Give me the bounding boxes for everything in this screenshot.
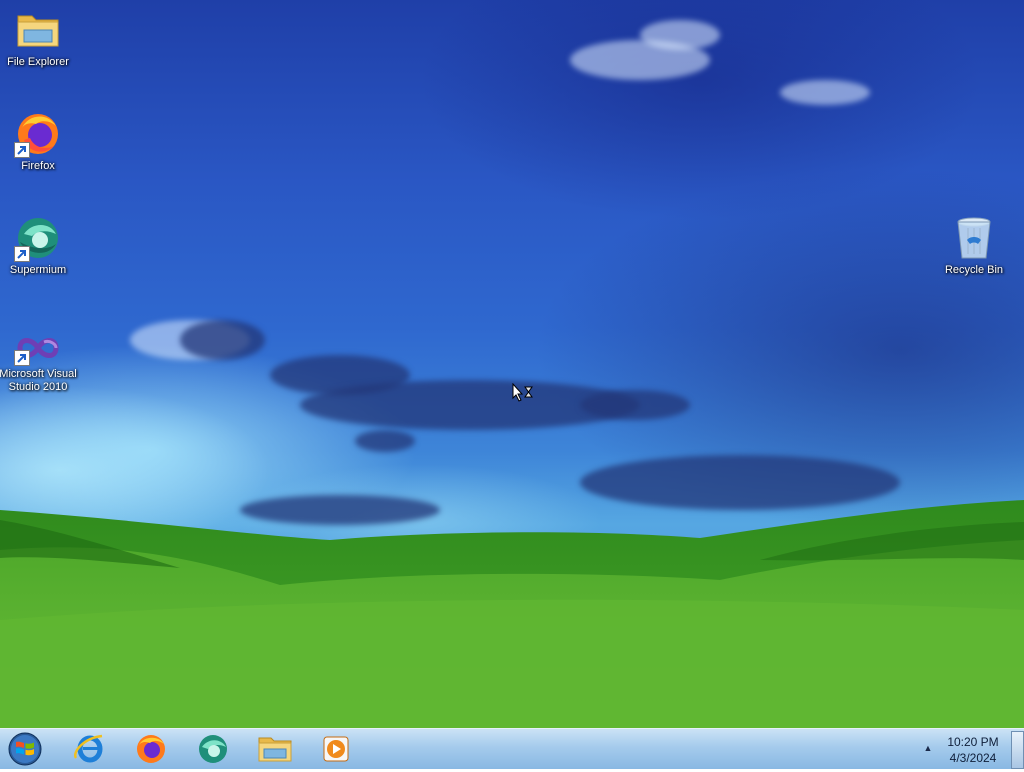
wallpaper-cloud bbox=[580, 390, 690, 420]
desktop-icon-supermium[interactable]: Supermium bbox=[0, 214, 78, 277]
shortcut-arrow-icon bbox=[14, 350, 30, 366]
media-player-icon bbox=[323, 736, 349, 762]
start-button[interactable] bbox=[6, 731, 44, 767]
desktop-icon-label: Supermium bbox=[9, 264, 67, 276]
show-desktop-button[interactable] bbox=[1011, 731, 1024, 769]
chevron-up-icon: ▲ bbox=[923, 743, 933, 753]
system-clock[interactable]: 10:20 PM 4/3/2024 bbox=[940, 734, 1006, 766]
desktop[interactable]: File Explorer Firefox Supermium Microsof… bbox=[0, 0, 1024, 728]
windows-logo-icon bbox=[8, 732, 42, 766]
desktop-icon-recycle-bin[interactable]: Recycle Bin bbox=[934, 214, 1014, 277]
folder-icon bbox=[258, 737, 292, 762]
desktop-icon-visual-studio[interactable]: Microsoft Visual Studio 2010 bbox=[0, 330, 78, 394]
internet-explorer-icon bbox=[74, 734, 103, 763]
recycle-bin-icon bbox=[950, 214, 998, 262]
visual-studio-icon bbox=[14, 330, 62, 366]
taskbar-supermium[interactable] bbox=[193, 732, 233, 766]
shortcut-arrow-icon bbox=[14, 246, 30, 262]
desktop-icon-label: Microsoft Visual Studio 2010 bbox=[0, 368, 77, 393]
busy-cursor-icon bbox=[512, 382, 536, 407]
show-hidden-icons-button[interactable]: ▲ bbox=[922, 743, 934, 755]
wallpaper-hills bbox=[0, 500, 1024, 728]
wallpaper-cloud bbox=[780, 80, 870, 105]
desktop-icon-firefox[interactable]: Firefox bbox=[0, 110, 78, 173]
clock-date: 4/3/2024 bbox=[949, 751, 997, 765]
folder-icon bbox=[14, 6, 62, 54]
firefox-icon bbox=[137, 735, 165, 763]
taskbar-internet-explorer[interactable] bbox=[70, 732, 110, 766]
desktop-icon-label: Recycle Bin bbox=[944, 264, 1004, 276]
clock-time: 10:20 PM bbox=[947, 735, 999, 749]
wallpaper-cloud bbox=[640, 20, 720, 50]
taskbar-file-explorer[interactable] bbox=[255, 732, 295, 766]
supermium-icon bbox=[199, 735, 227, 763]
firefox-icon bbox=[14, 110, 62, 158]
desktop-icon-file-explorer[interactable]: File Explorer bbox=[0, 6, 78, 69]
shortcut-arrow-icon bbox=[14, 142, 30, 158]
desktop-icon-label: File Explorer bbox=[7, 56, 69, 68]
desktop-icon-label: Firefox bbox=[21, 160, 55, 172]
taskbar-media-player[interactable] bbox=[316, 732, 356, 766]
wallpaper-cloud bbox=[180, 320, 265, 360]
taskbar-firefox[interactable] bbox=[131, 732, 171, 766]
supermium-icon bbox=[14, 214, 62, 262]
wallpaper-cloud bbox=[355, 430, 415, 452]
taskbar: ▲ 10:20 PM 4/3/2024 bbox=[0, 728, 1024, 769]
